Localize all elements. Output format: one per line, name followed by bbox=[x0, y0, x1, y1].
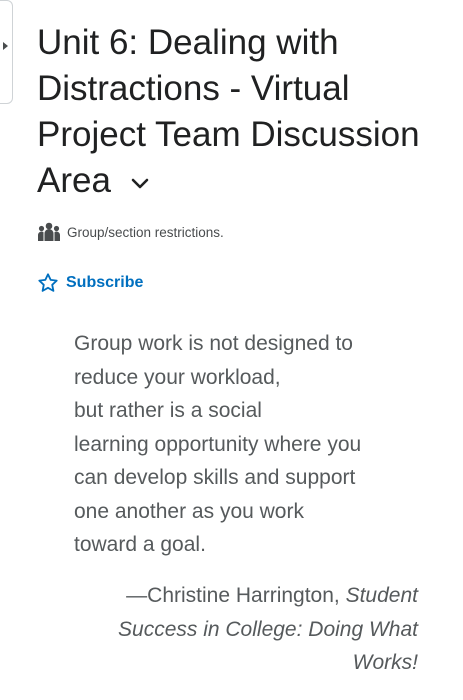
star-outline-icon bbox=[38, 273, 58, 292]
restrictions-label: Group/section restrictions. bbox=[67, 224, 224, 240]
citation-author: —Christine Harrington, bbox=[126, 584, 346, 607]
discussion-page: Unit 6: Dealing with Distractions - Virt… bbox=[0, 0, 463, 700]
quote-line: can develop skills and support bbox=[74, 466, 356, 489]
group-restrictions: Group/section restrictions. bbox=[37, 222, 224, 242]
quote-line: one another as you work bbox=[74, 499, 304, 523]
quote-line: learning opportunity where you bbox=[74, 432, 362, 456]
subscribe-link[interactable]: Subscribe bbox=[37, 272, 143, 294]
page-title: Unit 6: Dealing with Distractions - Virt… bbox=[37, 20, 447, 206]
subscribe-label: Subscribe bbox=[66, 274, 144, 291]
chevron-down-icon[interactable] bbox=[131, 156, 149, 202]
side-panel-toggle[interactable] bbox=[0, 0, 13, 104]
group-icon bbox=[38, 222, 60, 241]
page-title-text: Unit 6: Dealing with Distractions - Virt… bbox=[37, 23, 420, 200]
quote-line: reduce your workload, bbox=[74, 365, 281, 389]
quote-line: toward a goal. bbox=[74, 533, 206, 556]
quote-line: Group work is not designed to bbox=[74, 332, 353, 355]
quote-line: but rather is a social bbox=[74, 399, 262, 422]
quote-citation: —Christine Harrington, Student Success i… bbox=[80, 579, 418, 680]
caret-right-icon bbox=[3, 42, 8, 50]
quote-block: Group work is not designed to reduce you… bbox=[74, 327, 424, 562]
